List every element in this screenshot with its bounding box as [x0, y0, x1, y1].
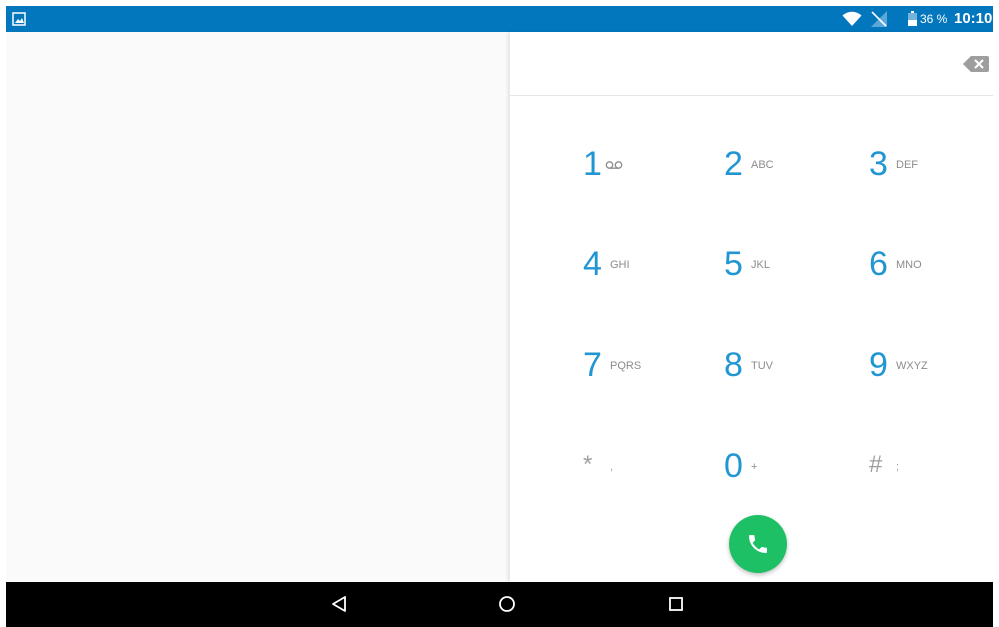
battery-percent: 36 % [920, 12, 948, 26]
key-7[interactable]: 7 PQRS [583, 337, 723, 397]
battery-icon [908, 11, 917, 26]
key-star[interactable]: * , [583, 438, 723, 498]
key-1[interactable]: 1 [583, 136, 723, 196]
key-6[interactable]: 6 MNO [869, 236, 999, 296]
recents-icon[interactable] [666, 594, 686, 614]
key-digit: * [583, 451, 593, 478]
screen-edge-right [993, 0, 999, 627]
status-bar: 36 % 10:10 [6, 6, 993, 32]
image-notification-icon [12, 12, 26, 26]
key-digit: 1 [583, 145, 602, 183]
key-digit: 8 [724, 346, 743, 384]
key-8[interactable]: 8 TUV [724, 337, 864, 397]
key-digit: 7 [583, 346, 602, 384]
key-letters: MNO [896, 259, 922, 271]
content-pane [6, 32, 509, 582]
no-sim-icon [871, 11, 887, 27]
key-letters: DEF [896, 159, 918, 171]
navigation-bar [6, 582, 993, 627]
wifi-icon [842, 11, 862, 26]
key-letters: ABC [751, 159, 774, 171]
phone-icon [749, 535, 767, 553]
voicemail-icon [605, 161, 623, 169]
key-4[interactable]: 4 GHI [583, 236, 723, 296]
key-letters: + [751, 461, 758, 473]
key-digit: 5 [724, 245, 743, 283]
screen: 36 % 10:10 1 2 ABC 3 DEF 4 GHI 5 JKL 6 M… [0, 0, 999, 627]
dialpad-panel: 1 2 ABC 3 DEF 4 GHI 5 JKL 6 MNO 7 PQRS 8… [510, 32, 993, 582]
digits-field[interactable] [510, 32, 993, 96]
key-digit: 4 [583, 245, 602, 283]
status-time: 10:10 [954, 10, 993, 27]
key-2[interactable]: 2 ABC [724, 136, 864, 196]
key-letters: , [610, 461, 614, 473]
key-digit: # [869, 451, 883, 478]
call-button[interactable] [729, 515, 787, 573]
key-letters: TUV [751, 360, 773, 372]
back-icon[interactable] [329, 594, 349, 614]
key-letters: GHI [610, 259, 630, 271]
key-digit: 6 [869, 245, 888, 283]
key-9[interactable]: 9 WXYZ [869, 337, 999, 397]
key-digit: 9 [869, 346, 888, 384]
key-digit: 2 [724, 145, 743, 183]
key-letters: WXYZ [896, 360, 928, 372]
key-letters: PQRS [610, 360, 642, 372]
key-0[interactable]: 0 + [724, 438, 864, 498]
key-5[interactable]: 5 JKL [724, 236, 864, 296]
key-hash[interactable]: # ; [869, 438, 999, 498]
key-digit: 0 [724, 447, 743, 485]
key-letters: ; [896, 461, 900, 473]
home-icon[interactable] [497, 594, 517, 614]
backspace-icon[interactable] [963, 55, 989, 73]
key-digit: 3 [869, 145, 888, 183]
key-3[interactable]: 3 DEF [869, 136, 999, 196]
key-letters: JKL [751, 259, 770, 271]
